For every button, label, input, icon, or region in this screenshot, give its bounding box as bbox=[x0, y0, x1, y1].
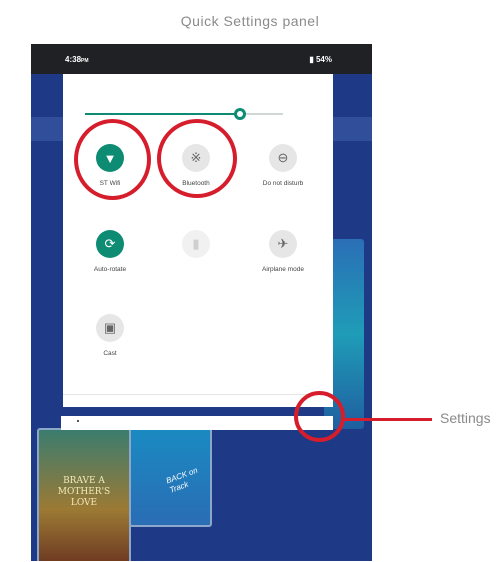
figure-caption: Quick Settings panel bbox=[180, 13, 320, 29]
background-book-brave: BRAVE A MOTHER'S LOVE bbox=[37, 428, 131, 561]
book-title-cars: BACK on Track bbox=[164, 465, 199, 495]
do-not-disturb-icon: ⊖ bbox=[269, 144, 297, 172]
highlight-ring-wifi bbox=[74, 119, 151, 200]
callout-label-settings: Settings bbox=[440, 410, 491, 426]
tile-auto-rotate-label: Auto-rotate bbox=[93, 266, 127, 273]
highlight-ring-bluetooth bbox=[157, 119, 237, 198]
airplane-icon: ✈ bbox=[269, 230, 297, 258]
tile-cast[interactable]: ▣ Cast bbox=[70, 314, 150, 357]
tile-cast-label: Cast bbox=[103, 350, 117, 357]
status-battery: ▮ 54% bbox=[309, 55, 332, 64]
status-bar: 4:38PM ▮ 54% bbox=[31, 44, 372, 74]
background-book-cars: BACK on Track bbox=[129, 427, 212, 527]
panel-lower-strip bbox=[61, 416, 333, 430]
cast-icon: ▣ bbox=[96, 314, 124, 342]
panel-footer-divider bbox=[63, 394, 333, 395]
highlight-ring-settings bbox=[294, 391, 345, 442]
book-title-brave: BRAVE A MOTHER'S LOVE bbox=[57, 476, 111, 508]
battery-saver-icon: ▮ bbox=[182, 230, 210, 258]
tile-do-not-disturb[interactable]: ⊖ Do not disturb bbox=[243, 144, 323, 187]
tile-airplane-label: Airplane mode bbox=[262, 266, 304, 273]
tile-battery-saver[interactable]: ▮ bbox=[156, 230, 236, 266]
tile-airplane-mode[interactable]: ✈ Airplane mode bbox=[243, 230, 323, 273]
callout-line bbox=[344, 418, 432, 421]
tile-auto-rotate[interactable]: ⟳ Auto-rotate bbox=[70, 230, 150, 273]
status-time: 4:38PM bbox=[65, 55, 89, 64]
brightness-slider-thumb[interactable] bbox=[234, 108, 246, 120]
auto-rotate-icon: ⟳ bbox=[96, 230, 124, 258]
tile-dnd-label: Do not disturb bbox=[262, 180, 304, 187]
brightness-slider-track[interactable] bbox=[85, 113, 235, 115]
